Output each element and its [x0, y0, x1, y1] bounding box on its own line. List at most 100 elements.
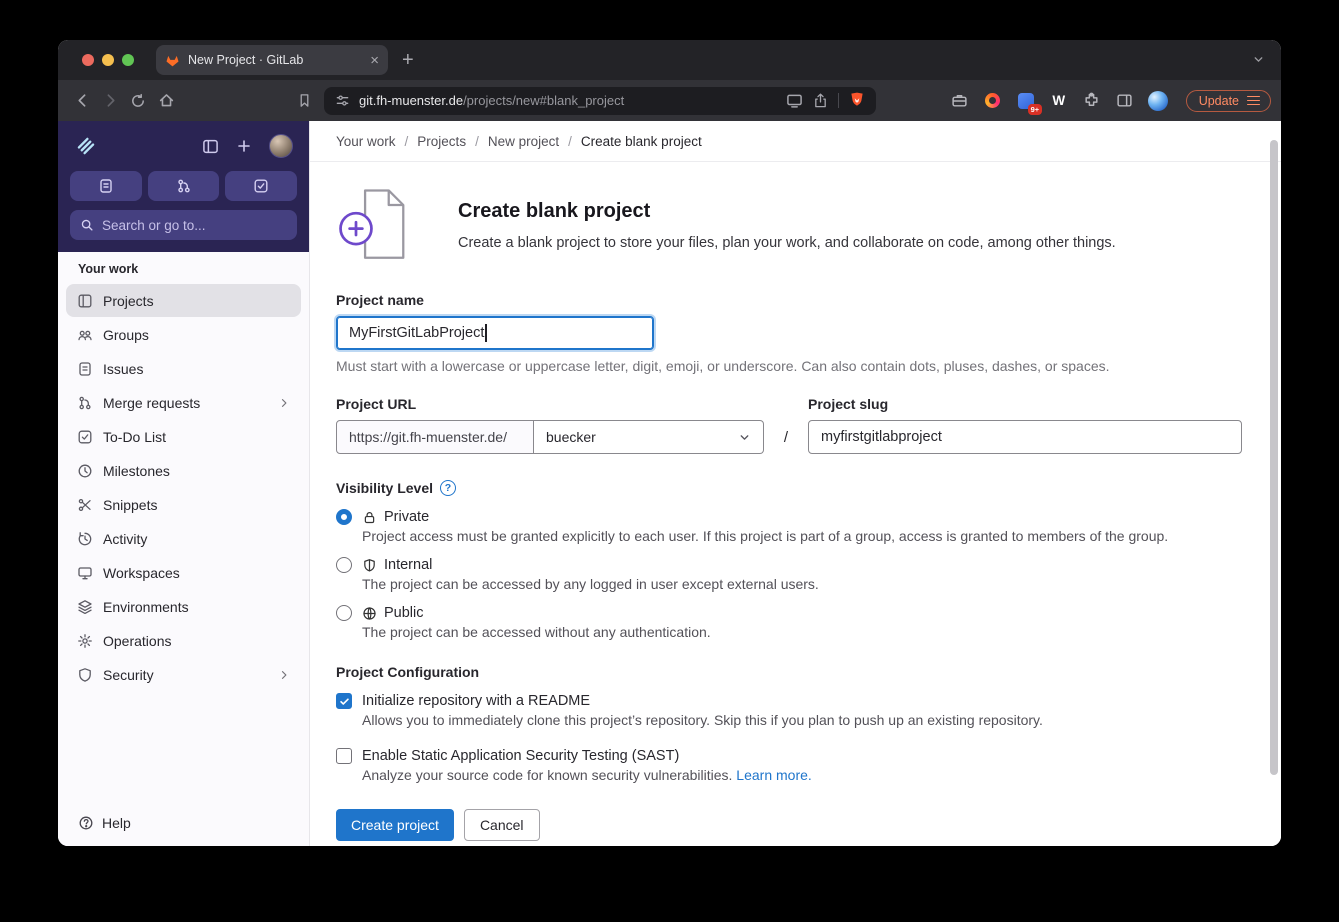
- collapse-sidebar-icon[interactable]: [202, 138, 219, 155]
- share-icon[interactable]: [813, 93, 828, 108]
- extensions-puzzle-icon[interactable]: [1082, 91, 1102, 111]
- lock-icon: [362, 510, 377, 525]
- sidebar-item-environments[interactable]: Environments: [66, 590, 301, 623]
- sidebar-item-workspaces[interactable]: Workspaces: [66, 556, 301, 589]
- tab-close-icon[interactable]: ×: [370, 53, 379, 68]
- browser-tab[interactable]: New Project · GitLab ×: [156, 45, 388, 75]
- visibility-option-public: Public: [336, 605, 1242, 621]
- shortcut-merge-requests-button[interactable]: [147, 171, 220, 201]
- breadcrumb: Your work / Projects / New project / Cre…: [310, 121, 1281, 162]
- user-avatar[interactable]: [269, 134, 293, 158]
- project-slug-input[interactable]: myfirstgitlabproject: [808, 420, 1242, 454]
- create-new-button[interactable]: [236, 138, 252, 154]
- sidebar-item-label: Snippets: [103, 496, 158, 513]
- help-icon: [78, 815, 94, 831]
- globe-icon: [362, 606, 377, 621]
- sidebar-item-label: Merge requests: [103, 394, 201, 411]
- search-placeholder: Search or go to...: [102, 217, 206, 233]
- groups-icon: [77, 327, 93, 343]
- create-project-button[interactable]: Create project: [336, 809, 454, 841]
- menu-hamburger-icon[interactable]: [1247, 95, 1260, 106]
- visibility-help-icon[interactable]: ?: [440, 480, 457, 496]
- gitlab-sidebar: Search or go to... Your work Projects Gr…: [58, 121, 310, 846]
- breadcrumb-link-your-work[interactable]: Your work: [336, 134, 396, 149]
- extension-ring-icon[interactable]: [983, 91, 1003, 111]
- bookmark-icon[interactable]: [290, 87, 318, 115]
- issues-icon: [77, 361, 93, 377]
- sidebar-item-activity[interactable]: Activity: [66, 522, 301, 555]
- learn-more-link[interactable]: Learn more.: [736, 767, 811, 783]
- page-scrollbar[interactable]: [1270, 140, 1278, 775]
- sidebar-header: [70, 129, 297, 163]
- private-option-desc: Project access must be granted explicitl…: [362, 528, 1169, 544]
- url-actions: [786, 92, 865, 109]
- new-tab-button[interactable]: +: [402, 50, 414, 70]
- help-label: Help: [102, 815, 131, 831]
- site-info-icon[interactable]: [335, 93, 350, 108]
- sidebar-item-groups[interactable]: Groups: [66, 318, 301, 351]
- home-button[interactable]: [152, 87, 180, 115]
- merge-requests-icon: [77, 395, 93, 411]
- project-configuration-section: Project Configuration Initialize reposit…: [336, 664, 1242, 783]
- visibility-option-internal: Internal: [336, 557, 1242, 573]
- breadcrumb-link-projects[interactable]: Projects: [417, 134, 466, 149]
- update-button[interactable]: Update: [1185, 89, 1271, 112]
- tab-title: New Project · GitLab: [188, 53, 304, 67]
- zoom-window-button[interactable]: [122, 54, 134, 66]
- back-button[interactable]: [68, 87, 96, 115]
- namespace-select[interactable]: buecker: [534, 420, 764, 454]
- shortcut-todo-button[interactable]: [225, 171, 298, 201]
- namespace-value: buecker: [546, 429, 596, 445]
- update-label: Update: [1198, 93, 1239, 108]
- extension-badge: 9+: [1028, 103, 1042, 115]
- cancel-button[interactable]: Cancel: [463, 809, 540, 841]
- sidebar-section-label: Your work: [78, 262, 139, 276]
- search-box[interactable]: Search or go to...: [70, 210, 297, 240]
- shortcut-issues-button[interactable]: [70, 171, 142, 201]
- readme-checkbox[interactable]: [336, 693, 352, 709]
- breadcrumb-separator: /: [568, 133, 572, 149]
- sidebar-item-label: To-Do List: [103, 428, 167, 445]
- gitlab-favicon-icon: [165, 53, 180, 68]
- profile-avatar[interactable]: [1147, 90, 1168, 111]
- sidebar-item-label: Workspaces: [103, 564, 180, 581]
- chevron-down-icon: [738, 431, 751, 444]
- sidebar-item-merge-requests[interactable]: Merge requests: [66, 386, 301, 419]
- instance-logo-icon[interactable]: [74, 134, 98, 158]
- gitlab-app: Search or go to... Your work Projects Gr…: [58, 121, 1281, 846]
- reading-mode-icon[interactable]: [786, 92, 803, 109]
- private-radio[interactable]: [336, 509, 352, 525]
- blank-project-icon: [336, 182, 416, 268]
- sidebar-item-security[interactable]: Security: [66, 658, 301, 691]
- reload-button[interactable]: [124, 87, 152, 115]
- sidebar-item-issues[interactable]: Issues: [66, 352, 301, 385]
- extension-blue-icon[interactable]: 9+: [1016, 91, 1042, 115]
- minimize-window-button[interactable]: [102, 54, 114, 66]
- internal-radio[interactable]: [336, 557, 352, 573]
- sidebar-help[interactable]: Help: [58, 802, 309, 846]
- shield-icon: [362, 558, 377, 573]
- sast-checkbox[interactable]: [336, 748, 352, 764]
- sidebar-item-milestones[interactable]: Milestones: [66, 454, 301, 487]
- extension-w-icon[interactable]: W: [1049, 91, 1069, 111]
- sidebar-item-snippets[interactable]: Snippets: [66, 488, 301, 521]
- project-name-input[interactable]: MyFirstGitLabProject: [336, 316, 654, 350]
- sidebar-toggle-icon[interactable]: [1115, 91, 1135, 111]
- project-url-row: Project URL https://git.fh-muenster.de/ …: [336, 396, 1242, 454]
- form-actions: Create project Cancel: [336, 809, 1242, 841]
- operations-icon: [77, 633, 93, 649]
- url-input[interactable]: git.fh-muenster.de/projects/new#blank_pr…: [324, 86, 876, 115]
- close-window-button[interactable]: [82, 54, 94, 66]
- milestones-icon: [77, 463, 93, 479]
- sidebar-item-operations[interactable]: Operations: [66, 624, 301, 657]
- public-radio[interactable]: [336, 605, 352, 621]
- tab-search-chevron-icon[interactable]: [1252, 53, 1265, 66]
- text-caret: [485, 324, 487, 342]
- breadcrumb-link-new-project[interactable]: New project: [488, 134, 559, 149]
- brave-shield-icon[interactable]: [849, 92, 865, 109]
- extension-briefcase-icon[interactable]: [950, 91, 970, 111]
- forward-button[interactable]: [96, 87, 124, 115]
- window-controls: [82, 54, 134, 66]
- sidebar-item-projects[interactable]: Projects: [66, 284, 301, 317]
- sidebar-item-todo-list[interactable]: To-Do List: [66, 420, 301, 453]
